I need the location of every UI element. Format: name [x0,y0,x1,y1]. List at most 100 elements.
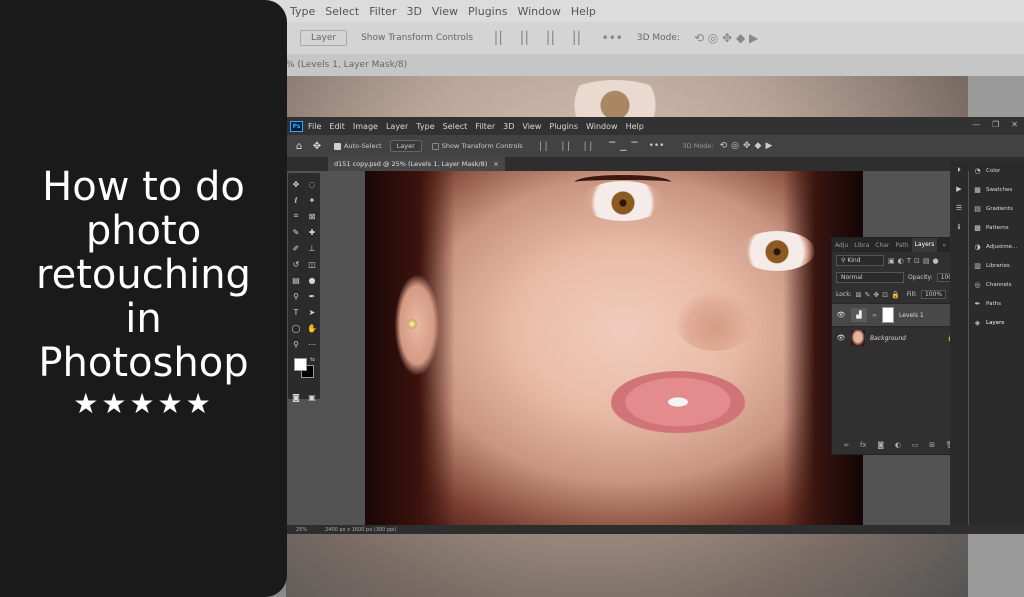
add-mask-icon[interactable]: ◙ [877,441,884,449]
dock-swatches[interactable]: ▦ Swatches [969,180,1024,199]
properties-icon[interactable]: ☰ [950,199,968,218]
menu-view[interactable]: View [522,122,541,131]
zoom-level[interactable]: 25% [296,527,307,533]
marquee-tool-icon[interactable]: ◌ [304,176,320,192]
3d-tools-icons[interactable]: ⟲◎✥◆▶ [720,141,777,151]
menu-layer[interactable]: Layer [386,122,408,131]
color-swatches[interactable]: ⇆ [288,356,320,386]
close-tab-icon[interactable]: × [493,160,498,168]
move-tool-icon[interactable]: ✥ [308,141,326,152]
document-tab[interactable]: d151 copy.psd @ 25% (Levels 1, Layer Mas… [328,157,505,171]
dock-channels[interactable]: ◎ Channels [969,275,1024,294]
menu-3d[interactable]: 3D [503,122,514,131]
move-tool-icon[interactable]: ✥ [288,176,304,192]
menu-type[interactable]: Type [416,122,434,131]
tab-paths[interactable]: Path [892,242,911,249]
dock-patterns[interactable]: ▩ Patterns [969,218,1024,237]
crop-tool-icon[interactable]: ⌗ [288,208,304,224]
lock-icons[interactable]: ⊠✎✥⊡🔒 [856,291,903,299]
ellipse-tool-icon[interactable]: ◯ [288,320,304,336]
menu-select[interactable]: Select [443,122,468,131]
dock-color[interactable]: ◔ Color [969,161,1024,180]
menu-window[interactable]: Window [586,122,618,131]
minimize-icon[interactable]: — [972,120,980,129]
swap-colors-icon[interactable]: ⇆ [310,356,315,363]
frame-tool-icon[interactable]: ⊠ [304,208,320,224]
eraser-tool-icon[interactable]: ◫ [304,256,320,272]
fill-value[interactable]: 100% [920,290,947,299]
close-icon[interactable]: ✕ [1011,120,1018,129]
show-transform-checkbox[interactable] [431,142,439,150]
tab-libraries[interactable]: Libra [851,242,872,249]
clone-stamp-tool-icon[interactable]: ⊥ [304,240,320,256]
canvas-photo[interactable] [365,171,863,525]
home-icon[interactable]: ⌂ [290,141,308,152]
tab-layers[interactable]: Layers [911,238,938,252]
layer-levels-1[interactable]: 👁 ▟ ∞ Levels 1 [832,303,966,326]
channels-icon: ◎ [974,280,981,289]
blur-tool-icon[interactable]: ● [304,272,320,288]
path-selection-tool-icon[interactable]: ➤ [304,304,320,320]
menu-image[interactable]: Image [353,122,378,131]
dock-label: Gradients [986,205,1013,212]
lasso-tool-icon[interactable]: ℓ [288,192,304,208]
adjustment-layer-icon[interactable]: ◐ [895,441,901,449]
history-brush-tool-icon[interactable]: ↺ [288,256,304,272]
type-tool-icon[interactable]: T [288,304,304,320]
kind-filter-dropdown[interactable]: ⚲ Kind [836,255,884,266]
pen-tool-icon[interactable]: ✒ [304,288,320,304]
zoom-tool-icon[interactable]: ⚲ [288,336,304,352]
history-icon[interactable]: ⏵ [950,161,968,180]
visibility-eye-icon[interactable]: 👁 [836,334,846,342]
dock-layers[interactable]: ◈ Layers [969,313,1024,332]
menu-filter[interactable]: Filter [475,122,495,131]
visibility-eye-icon[interactable]: 👁 [836,311,846,319]
more-tools-icon[interactable]: ⋯ [304,336,320,352]
more-options-icon[interactable]: ••• [649,141,665,151]
gradient-tool-icon[interactable]: ▤ [288,272,304,288]
filter-icons[interactable]: ▣◐T⊡▤● [888,257,942,265]
fx-icon[interactable]: fx [860,441,867,449]
restore-icon[interactable]: ❐ [992,120,999,129]
bg-doc-tab-label: % (Levels 1, Layer Mask/8) [286,60,408,70]
eyedropper-tool-icon[interactable]: ✎ [288,224,304,240]
menu-file[interactable]: File [308,122,321,131]
menu-bar: Ps File Edit Image Layer Type Select Fil… [286,117,1024,135]
group-folder-icon[interactable]: ▭ [912,441,919,449]
blend-mode-dropdown[interactable]: Normal [836,272,904,283]
link-layers-icon[interactable]: ∞ [843,441,849,449]
dock-adjustments[interactable]: ◑ Adjustme... [969,237,1024,256]
fill-label: Fill: [906,291,917,298]
menu-plugins[interactable]: Plugins [549,122,578,131]
hand-tool-icon[interactable]: ✋ [304,320,320,336]
healing-brush-tool-icon[interactable]: ✚ [304,224,320,240]
3d-mode-label: 3D Mode: [682,142,714,150]
layer-mask-thumbnail[interactable] [882,307,894,323]
dock-paths[interactable]: ✒ Paths [969,294,1024,313]
play-icon[interactable]: ▶ [950,180,968,199]
patterns-icon: ▩ [974,223,981,232]
tab-character[interactable]: Char [872,242,892,249]
title-card: How to do photo retouching in Photoshop … [0,0,287,597]
new-layer-icon[interactable]: ⊞ [929,441,935,449]
dock-libraries[interactable]: ▥ Libraries [969,256,1024,275]
dock-gradients[interactable]: ▤ Gradients [969,199,1024,218]
menu-edit[interactable]: Edit [329,122,345,131]
quick-mask-icon[interactable]: ◙ [288,389,304,405]
bg-menu-3d: 3D [406,4,422,18]
layer-background[interactable]: 👁 Background 🔒 [832,326,966,349]
dock-label: Color [986,167,1001,174]
link-icon: ∞ [872,311,877,319]
tab-adjustments[interactable]: Adju [832,242,851,249]
menu-help[interactable]: Help [626,122,644,131]
article-title: How to do photo retouching in Photoshop [9,165,279,385]
screen-mode-icon[interactable]: ▣ [304,389,320,405]
info-icon[interactable]: ℹ [950,218,968,237]
layer-dropdown[interactable]: Layer [389,140,422,152]
align-icons[interactable]: ▕▏▕▏▕▏ ▔▁▔ [535,142,643,151]
dodge-tool-icon[interactable]: ⚲ [288,288,304,304]
brush-tool-icon[interactable]: ✐ [288,240,304,256]
magic-wand-tool-icon[interactable]: ✦ [304,192,320,208]
foreground-color-swatch[interactable] [294,358,307,371]
auto-select-checkbox[interactable] [334,142,341,150]
